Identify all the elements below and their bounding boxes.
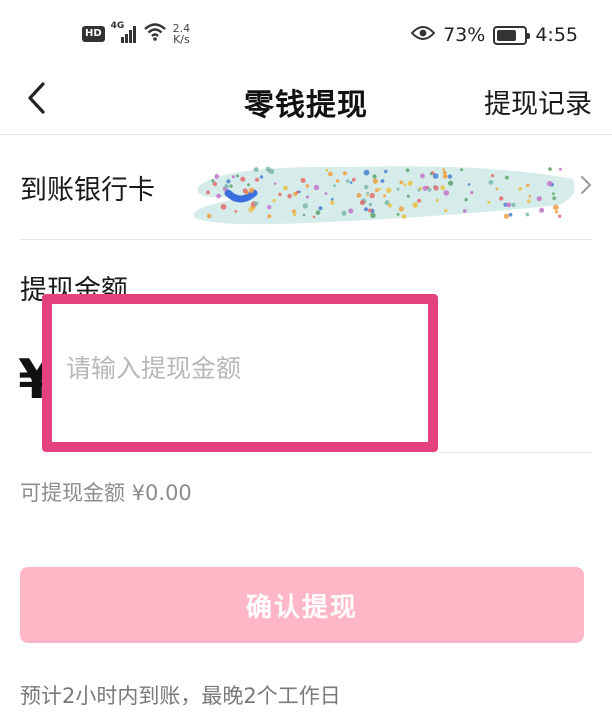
amount-input[interactable] — [66, 354, 426, 383]
eye-comfort-icon — [410, 24, 436, 46]
status-right: 73% 4:55 — [410, 24, 578, 46]
redacted-bank-card — [193, 166, 575, 225]
status-time: 4:55 — [535, 24, 578, 46]
battery-percent: 73% — [443, 24, 486, 46]
row-divider — [438, 452, 592, 453]
bank-card-row[interactable]: 到账银行卡 — [0, 135, 612, 239]
withdrawal-records-link[interactable]: 提现记录 — [484, 82, 592, 121]
battery-fill — [497, 29, 517, 41]
hd-badge: HD — [82, 26, 105, 42]
arrival-time-note: 预计2小时内到账，最晚2个工作日 — [20, 684, 341, 708]
confirm-withdraw-button[interactable]: 确认提现 — [20, 567, 584, 643]
battery-icon — [493, 25, 531, 45]
network-speed: 2.4 K/s — [173, 23, 191, 45]
nav-bar: 零钱提现 提现记录 — [0, 66, 612, 132]
amount-highlight-box — [42, 294, 438, 452]
speed-unit: K/s — [173, 33, 190, 46]
bank-card-label: 到账银行卡 — [20, 175, 155, 206]
status-left: HD 4G 2.4 K/s — [82, 21, 191, 46]
signal-icon: 4G — [111, 21, 137, 43]
status-bar: HD 4G 2.4 K/s 73% 4:55 — [0, 0, 612, 66]
wifi-icon — [143, 22, 167, 46]
available-balance: 可提现金额 ¥0.00 — [20, 481, 192, 505]
chevron-right-icon — [581, 176, 592, 194]
row-divider — [20, 239, 592, 240]
